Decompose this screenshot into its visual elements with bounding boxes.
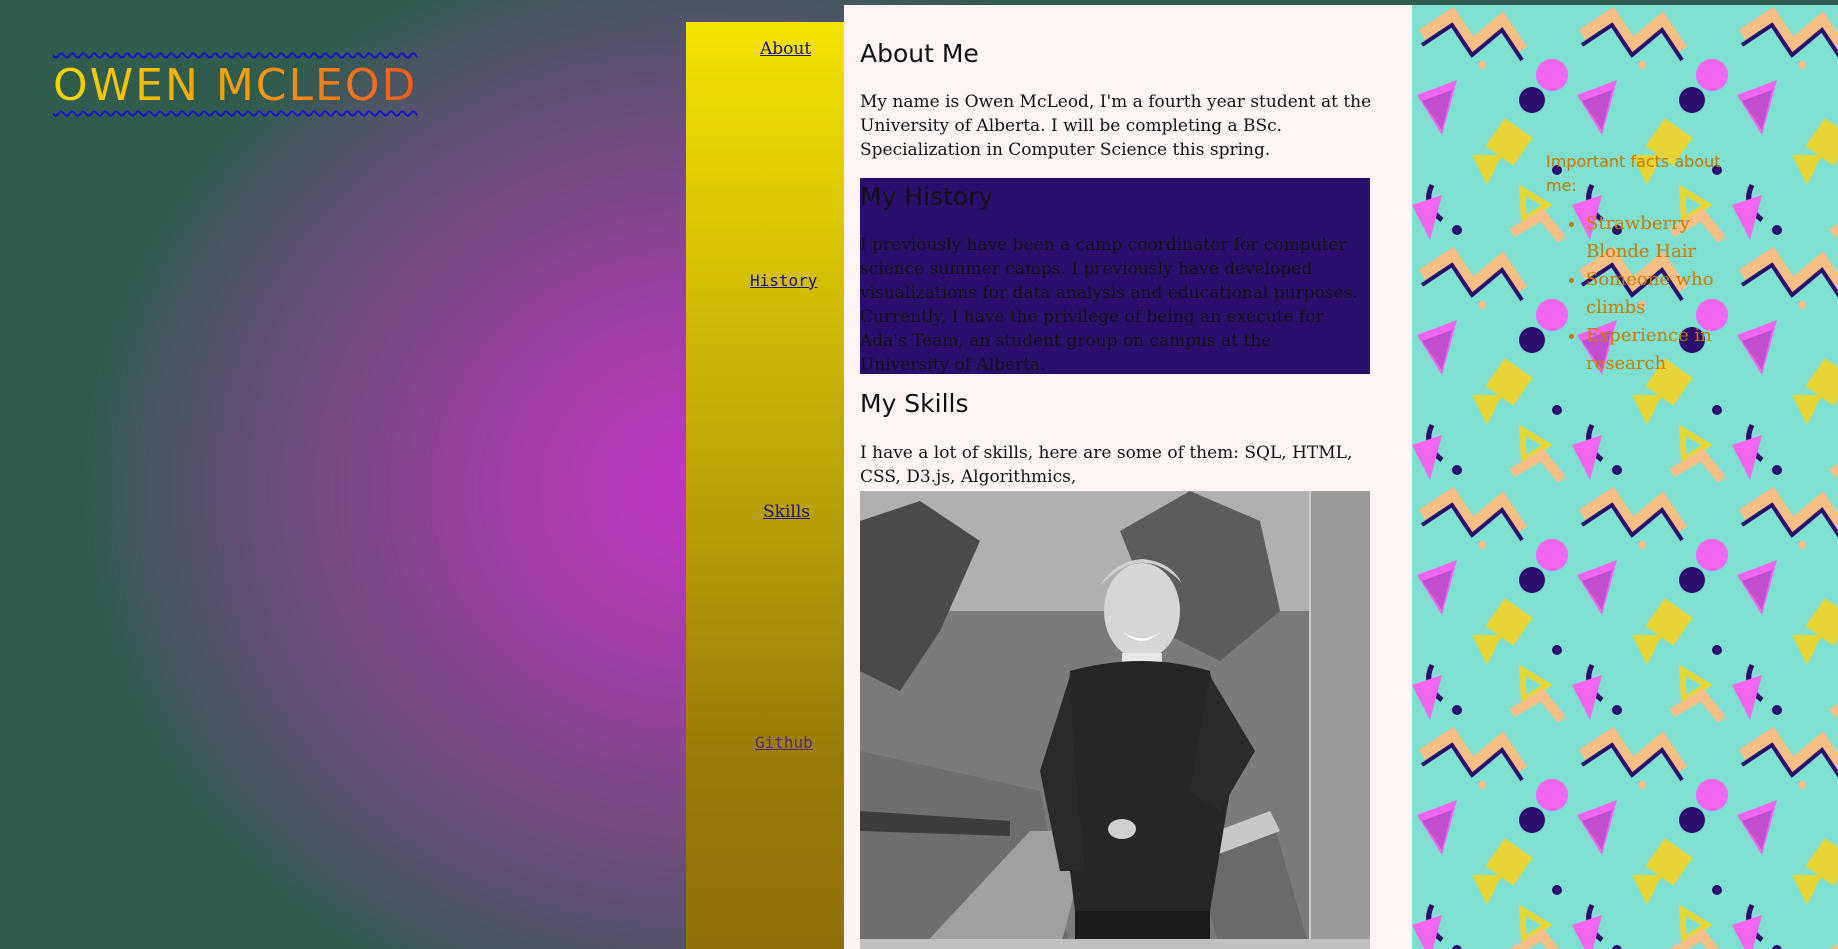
nav-link-history[interactable]: History [750,271,817,290]
facts-panel: Important facts about me: Strawberry Blo… [1546,150,1726,378]
about-text: My name is Owen McLeod, I'm a fourth yea… [860,92,1372,160]
facts-list: Strawberry Blonde Hair Someone who climb… [1546,210,1726,378]
main-content: About Me My name is Owen McLeod, I'm a f… [844,5,1412,949]
history-section: My History I previously have been a camp… [860,178,1370,375]
fact-text: Someone who climbs [1586,269,1714,318]
facts-title: Important facts about me: [1546,152,1721,195]
fact-item: Strawberry Blonde Hair [1586,210,1726,266]
history-text: I previously have been a camp coordinato… [860,235,1358,375]
nav-sidebar: About History Skills Github [686,22,844,949]
fact-item: Someone who climbs [1586,266,1726,322]
fact-text: Experience in research [1586,325,1712,374]
site-title: OWEN MCLEOD [53,60,418,111]
skills-heading: My Skills [860,389,969,418]
fact-text: Strawberry Blonde Hair [1586,213,1697,262]
facts-sidebar: Important facts about me: Strawberry Blo… [1412,5,1838,949]
nav-link-about[interactable]: About [760,39,811,59]
nav-link-skills[interactable]: Skills [763,502,810,522]
profile-photo-image [860,491,1370,949]
memphis-pattern-background [1412,5,1838,949]
profile-photo [860,491,1370,949]
fact-item: Experience in research [1586,322,1726,378]
about-heading: About Me [860,39,979,68]
history-heading: My History [860,182,994,211]
nav-link-github[interactable]: Github [755,733,813,752]
skills-text: I have a lot of skills, here are some of… [860,443,1353,487]
